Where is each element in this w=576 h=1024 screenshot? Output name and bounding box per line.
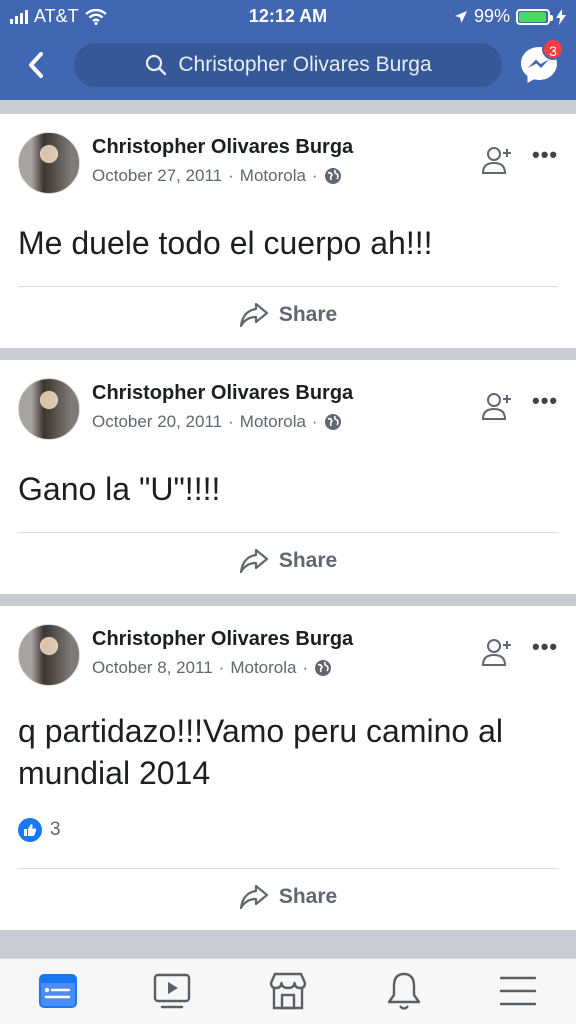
meta-dot: · <box>311 166 318 185</box>
meta-dot: · <box>228 412 234 431</box>
feed-divider <box>0 100 576 114</box>
meta-dot: · <box>311 412 318 431</box>
charging-bolt-icon <box>556 8 566 25</box>
search-icon <box>146 54 167 76</box>
share-icon <box>239 548 268 574</box>
add-friend-icon[interactable] <box>480 390 514 424</box>
post-date[interactable]: October 27, 2011 <box>92 166 222 186</box>
post-date[interactable]: October 8, 2011 <box>92 658 213 678</box>
post-text-line: q partidazo!!!Vamo peru camino al <box>18 713 503 749</box>
avatar[interactable] <box>18 132 80 194</box>
post-via: Motorola <box>230 658 297 677</box>
post-separator <box>18 532 558 533</box>
post-meta: October 8, 2011 · Motorola · <box>92 658 332 678</box>
location-arrow-icon <box>454 10 467 23</box>
meta-dot: · <box>218 658 225 677</box>
post-date[interactable]: October 20, 2011 <box>92 412 222 432</box>
watch-icon[interactable] <box>150 969 194 1013</box>
globe-icon <box>315 660 332 676</box>
avatar[interactable] <box>18 624 80 686</box>
post-text: Gano la "U"!!!! <box>18 471 221 507</box>
post-card: Christopher Olivares Burga October 27, 2… <box>0 114 576 348</box>
messenger-badge: 3 <box>542 38 564 60</box>
globe-icon <box>324 414 341 430</box>
news-feed-icon[interactable] <box>36 969 80 1013</box>
more-icon[interactable]: ••• <box>532 142 558 168</box>
battery-percent: 99% <box>473 6 510 26</box>
battery-icon <box>516 8 553 25</box>
share-button[interactable]: Share <box>0 884 576 910</box>
globe-icon <box>324 168 341 184</box>
status-bar: AT&T 12:12 AM 99% <box>0 0 576 34</box>
post-via: Motorola <box>239 166 306 185</box>
share-icon <box>239 884 268 910</box>
more-icon[interactable]: ••• <box>532 634 558 660</box>
news-feed: Christopher Olivares Burga October 27, 2… <box>0 100 576 930</box>
notifications-icon[interactable] <box>382 969 426 1013</box>
share-icon <box>239 302 268 328</box>
post-separator <box>18 286 558 287</box>
post-meta: October 27, 2011 · Motorola · <box>92 166 342 186</box>
post-separator <box>18 868 558 869</box>
like-icon <box>18 818 42 842</box>
post-meta: October 20, 2011 · Motorola · <box>92 412 342 432</box>
post-card: Christopher Olivares Burga October 20, 2… <box>0 360 576 594</box>
post-text: Me duele todo el cuerpo ah!!! <box>18 225 433 261</box>
add-friend-icon[interactable] <box>480 636 514 670</box>
messenger-button[interactable]: 3 <box>518 38 564 86</box>
meta-dot: · <box>228 166 234 185</box>
navigation-bar: Christopher Olivares Burga 3 <box>0 38 576 94</box>
post-via: Motorola <box>239 412 306 431</box>
marketplace-icon[interactable] <box>266 969 310 1013</box>
avatar[interactable] <box>18 378 80 440</box>
post-text-line: mundial 2014 <box>18 755 211 791</box>
share-label: Share <box>278 885 338 908</box>
reactions-summary[interactable]: 3 <box>18 818 61 842</box>
post-author[interactable]: Christopher Olivares Burga <box>92 382 353 405</box>
post-gap <box>0 348 576 360</box>
back-chevron-icon[interactable] <box>22 49 50 81</box>
post-author[interactable]: Christopher Olivares Burga <box>92 628 353 651</box>
post-author[interactable]: Christopher Olivares Burga <box>92 136 353 159</box>
menu-icon[interactable] <box>496 969 540 1013</box>
bottom-tab-bar <box>0 958 576 1024</box>
search-bar[interactable]: Christopher Olivares Burga <box>74 43 502 87</box>
share-button[interactable]: Share <box>0 302 576 328</box>
add-friend-icon[interactable] <box>480 144 514 178</box>
post-gap <box>0 594 576 606</box>
more-icon[interactable]: ••• <box>532 388 558 414</box>
meta-dot: · <box>302 658 309 677</box>
search-query: Christopher Olivares Burga <box>178 53 432 76</box>
share-button[interactable]: Share <box>0 548 576 574</box>
share-label: Share <box>278 303 338 326</box>
app-header: AT&T 12:12 AM 99% Christopher Olivares B… <box>0 0 576 100</box>
post-text: q partidazo!!!Vamo peru camino al mundia… <box>18 710 503 794</box>
like-count: 3 <box>50 819 61 840</box>
post-card: Christopher Olivares Burga October 8, 20… <box>0 606 576 930</box>
share-label: Share <box>278 549 338 572</box>
status-right: 99% <box>454 6 566 27</box>
